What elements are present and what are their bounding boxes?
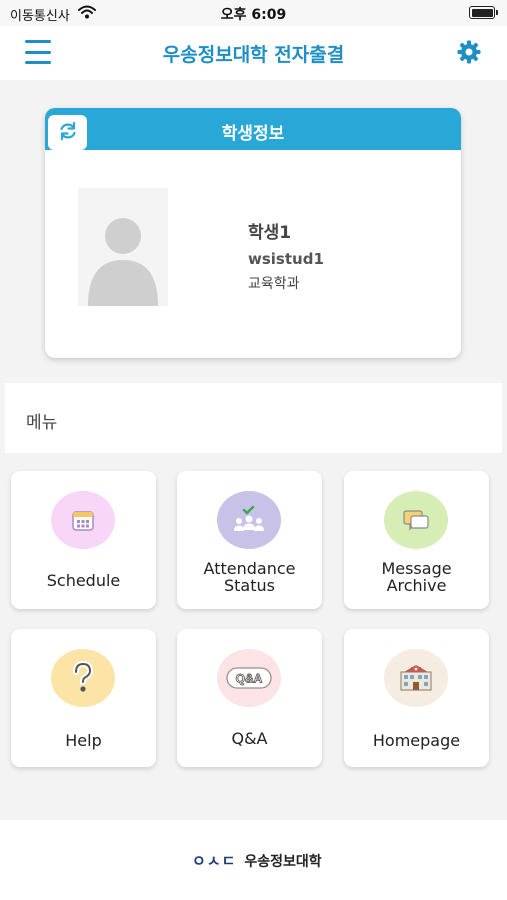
schedule-button[interactable]: Schedule [11,471,156,609]
menu-section-header: 메뉴 [5,383,502,453]
card-title: 학생정보 [221,124,285,144]
clock: 오후 6:09 [220,7,287,23]
message-archive-button[interactable]: Message Archive [344,471,489,609]
student-name: 학생1 [248,223,292,243]
attendance-label-line1: Attendance [203,559,296,578]
university-logo: ㅇㅅㄷ 우송정보대학 [192,850,322,871]
help-button[interactable]: Help [11,629,156,767]
schedule-label: Schedule [46,571,121,590]
qna-button[interactable]: Q&A Q&A [177,629,322,767]
question-icon [51,649,115,707]
attendance-group-icon [217,491,281,549]
homepage-label: Homepage [372,731,461,750]
homepage-button[interactable]: Homepage [344,629,489,767]
qna-label: Q&A [231,729,268,748]
message-label-line2: Archive [386,576,447,595]
school-building-icon [384,649,448,707]
qna-icon: Q&A [217,649,281,707]
student-department: 교육학과 [248,276,300,292]
app-header: 우송정보대학 전자출결 [0,26,507,80]
calendar-icon [51,491,115,549]
logo-mark: ㅇㅅㄷ [192,852,237,870]
message-archive-label: Message Archive [344,560,489,594]
help-label: Help [65,731,102,750]
page-title: 우송정보대학 전자출결 [162,44,345,66]
battery-icon [469,6,498,19]
logo-name: 우송정보대학 [244,853,322,870]
attendance-status-button[interactable]: Attendance Status [177,471,322,609]
status-bar: 이동통신사 오후 6:09 [0,0,507,26]
menu-label: 메뉴 [26,413,58,433]
student-info-card: 학생정보 학생1 wsistud1 교육학과 [45,108,461,358]
message-label-line1: Message [381,559,452,578]
message-icon [384,491,448,549]
attendance-label-line2: Status [224,576,275,595]
attendance-status-label: Attendance Status [177,560,322,594]
student-id: wsistud1 [248,250,324,268]
card-header: 학생정보 [45,108,461,150]
student-photo-placeholder [78,188,168,306]
svg-text:Q&A: Q&A [236,672,263,686]
footer: ㅇㅅㄷ 우송정보대학 [0,820,507,900]
gear-icon[interactable] [456,39,482,65]
